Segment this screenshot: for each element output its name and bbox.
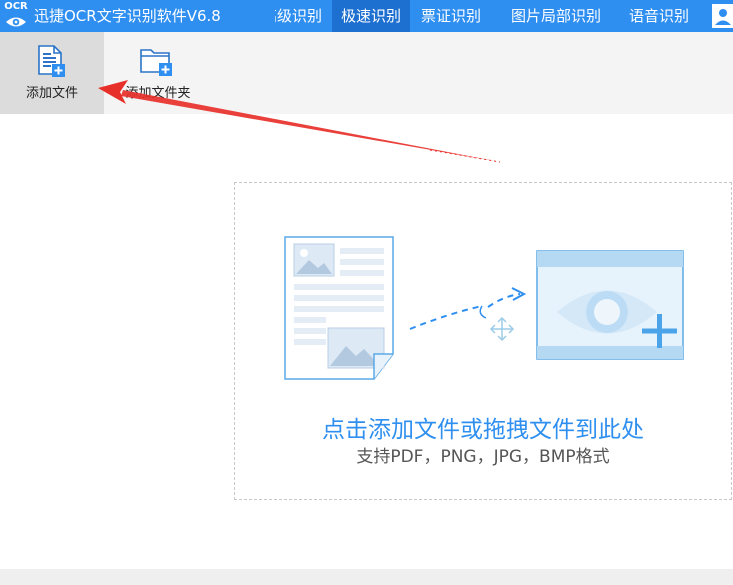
tab-ticket-recognition[interactable]: 票证识别: [410, 0, 492, 32]
tab-partial-image-recognition[interactable]: 图片局部识别: [496, 0, 616, 32]
toolbar: 添加文件 添加文件夹: [0, 32, 733, 114]
tab-voice-recognition[interactable]: 语音识别: [618, 0, 700, 32]
add-file-button[interactable]: 添加文件: [0, 32, 104, 114]
move-cursor-icon: [489, 316, 515, 342]
add-file-label: 添加文件: [25, 86, 78, 101]
eye-icon: [6, 17, 26, 27]
tab-overlap-cover: [258, 4, 275, 24]
title-bar: OCR 迅捷OCR文字识别软件V6.8 高级识别 极速识别 票证识别 图片局部识…: [0, 0, 733, 32]
add-folder-button[interactable]: 添加文件夹: [106, 32, 210, 114]
user-button[interactable]: [712, 4, 733, 28]
drop-illustration: [284, 236, 684, 380]
drop-zone-subtitle: 支持PDF，PNG，JPG，BMP格式: [356, 447, 610, 467]
file-plus-icon: [38, 45, 65, 77]
add-folder-label: 添加文件夹: [125, 86, 191, 101]
ocr-window-icon: [536, 250, 684, 360]
drop-zone-title: 点击添加文件或拖拽文件到此处: [322, 417, 644, 443]
app-title: 迅捷OCR文字识别软件V6.8: [34, 7, 221, 25]
user-icon: [715, 9, 731, 25]
document-icon: [284, 236, 394, 380]
app-logo: OCR: [2, 1, 30, 31]
tab-fast-recognition[interactable]: 极速识别: [332, 0, 410, 32]
folder-plus-icon: [140, 49, 172, 76]
status-bar: [0, 569, 733, 585]
drag-arrow-icon: [409, 287, 527, 330]
